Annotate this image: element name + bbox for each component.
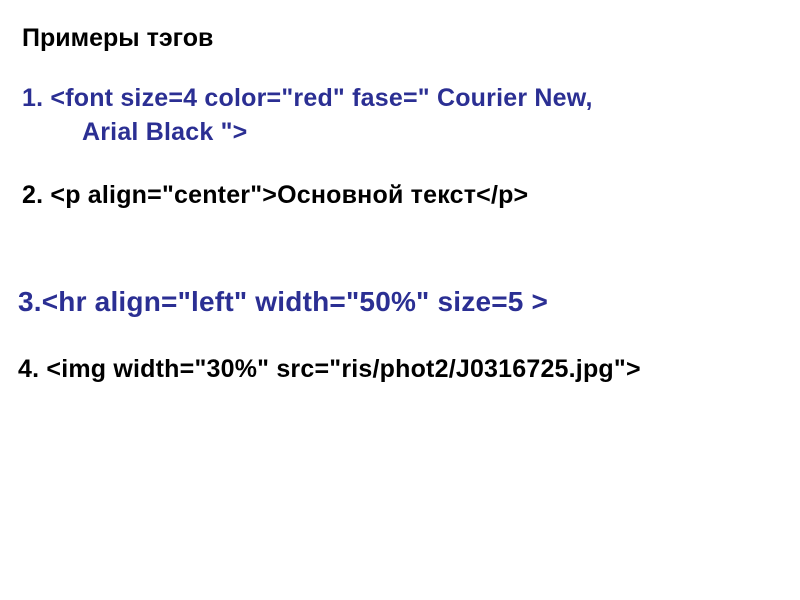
slide: { "title": "Примеры тэгов", "items": { "… [0,0,800,600]
example-4: 4. <img width="30%" src="ris/phot2/J0316… [18,353,778,387]
example-3: 3.<hr align="left" width="50%" size=5 > [18,283,778,321]
example-1-line1: 1. <font size=4 color="red" fase=" Couri… [22,84,593,112]
example-1-line2: Arial Black "> [22,116,778,150]
slide-title: Примеры тэгов [22,22,778,56]
example-1: 1. <font size=4 color="red" fase=" Couri… [22,82,778,150]
example-2: 2. <p align="center">Основной текст</p> [22,179,778,213]
